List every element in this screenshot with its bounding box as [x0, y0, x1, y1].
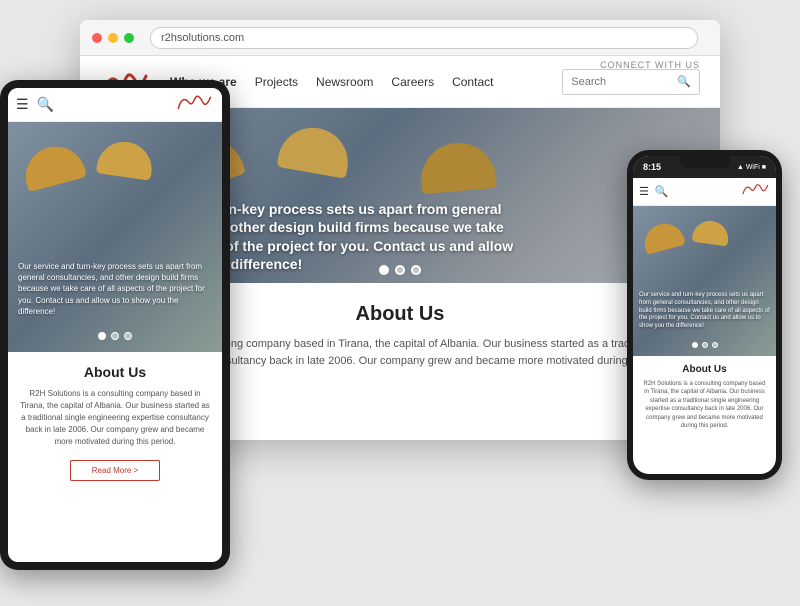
hero-dot-2[interactable] [395, 265, 405, 275]
hero-dot-1[interactable] [379, 265, 389, 275]
browser-minimize-dot[interactable] [108, 33, 118, 43]
tablet-dot-2[interactable] [111, 332, 119, 340]
phone-hamburger-icon[interactable]: ☰ [639, 185, 649, 198]
phone-dot-3[interactable] [712, 342, 718, 348]
tablet-dot-1[interactable] [98, 332, 106, 340]
phone-status-icons: ▲ WiFi ■ [737, 164, 766, 171]
tablet-navbar: ☰ 🔍 [8, 88, 222, 122]
hero-dots [379, 265, 421, 275]
phone-about-section: About Us R2H Solutions is a consulting c… [633, 356, 776, 438]
tablet-logo [174, 91, 214, 118]
phone-search-icon[interactable]: 🔍 [655, 185, 669, 198]
nav-link-newsroom[interactable]: Newsroom [316, 75, 373, 89]
tablet-about-section: About Us R2H Solutions is a consulting c… [8, 352, 222, 493]
tablet-hero: Our service and turn-key process sets us… [8, 122, 222, 352]
connect-label: CONNECT WITH US [600, 60, 700, 70]
search-input[interactable] [571, 76, 671, 88]
tablet-hero-paragraph: Our service and turn-key process sets us… [18, 261, 212, 317]
tablet-dot-3[interactable] [124, 332, 132, 340]
phone-time: 8:15 [643, 162, 661, 172]
phone-notch [680, 156, 730, 168]
tablet-hero-dots [98, 332, 132, 340]
phone-hero-text: Our service and turn-key process sets us… [639, 292, 770, 331]
phone-hero-paragraph: Our service and turn-key process sets us… [639, 292, 770, 331]
address-text: r2hsolutions.com [161, 32, 244, 44]
site-nav-links: Who we are Projects Newsroom Careers Con… [170, 75, 562, 89]
phone-hero: Our service and turn-key process sets us… [633, 206, 776, 356]
phone-logo [740, 180, 770, 203]
tablet-hero-text: Our service and turn-key process sets us… [18, 261, 212, 317]
phone-navbar: ☰ 🔍 [633, 178, 776, 206]
phone-dot-1[interactable] [692, 342, 698, 348]
tablet-about-heading: About Us [20, 364, 210, 380]
tablet-device: ☰ 🔍 Our service and turn-key process set… [0, 80, 230, 570]
browser-chrome: r2hsolutions.com [80, 20, 720, 56]
phone-about-text: R2H Solutions is a consulting company ba… [641, 380, 768, 430]
phone-dot-2[interactable] [702, 342, 708, 348]
phone-about-heading: About Us [641, 364, 768, 375]
nav-link-projects[interactable]: Projects [255, 75, 298, 89]
tablet-search-icon[interactable]: 🔍 [37, 96, 54, 113]
phone-hero-dots [692, 342, 718, 348]
tablet-read-more-button[interactable]: Read More > [70, 460, 160, 481]
hero-dot-3[interactable] [411, 265, 421, 275]
nav-link-contact[interactable]: Contact [452, 75, 493, 89]
browser-close-dot[interactable] [92, 33, 102, 43]
tablet-about-text: R2H Solutions is a consulting company ba… [20, 388, 210, 448]
browser-maximize-dot[interactable] [124, 33, 134, 43]
scene: r2hsolutions.com CONNECT WITH US Who we … [0, 0, 800, 606]
phone-device: 8:15 ▲ WiFi ■ ☰ 🔍 Our service an [627, 150, 782, 480]
search-icon: 🔍 [677, 75, 691, 88]
browser-address-bar[interactable]: r2hsolutions.com [150, 27, 698, 49]
nav-link-careers[interactable]: Careers [391, 75, 434, 89]
site-search[interactable]: 🔍 [562, 69, 700, 95]
tablet-screen: ☰ 🔍 Our service and turn-key process set… [8, 88, 222, 562]
hamburger-icon[interactable]: ☰ [16, 96, 29, 113]
phone-screen: 8:15 ▲ WiFi ■ ☰ 🔍 Our service an [633, 156, 776, 474]
